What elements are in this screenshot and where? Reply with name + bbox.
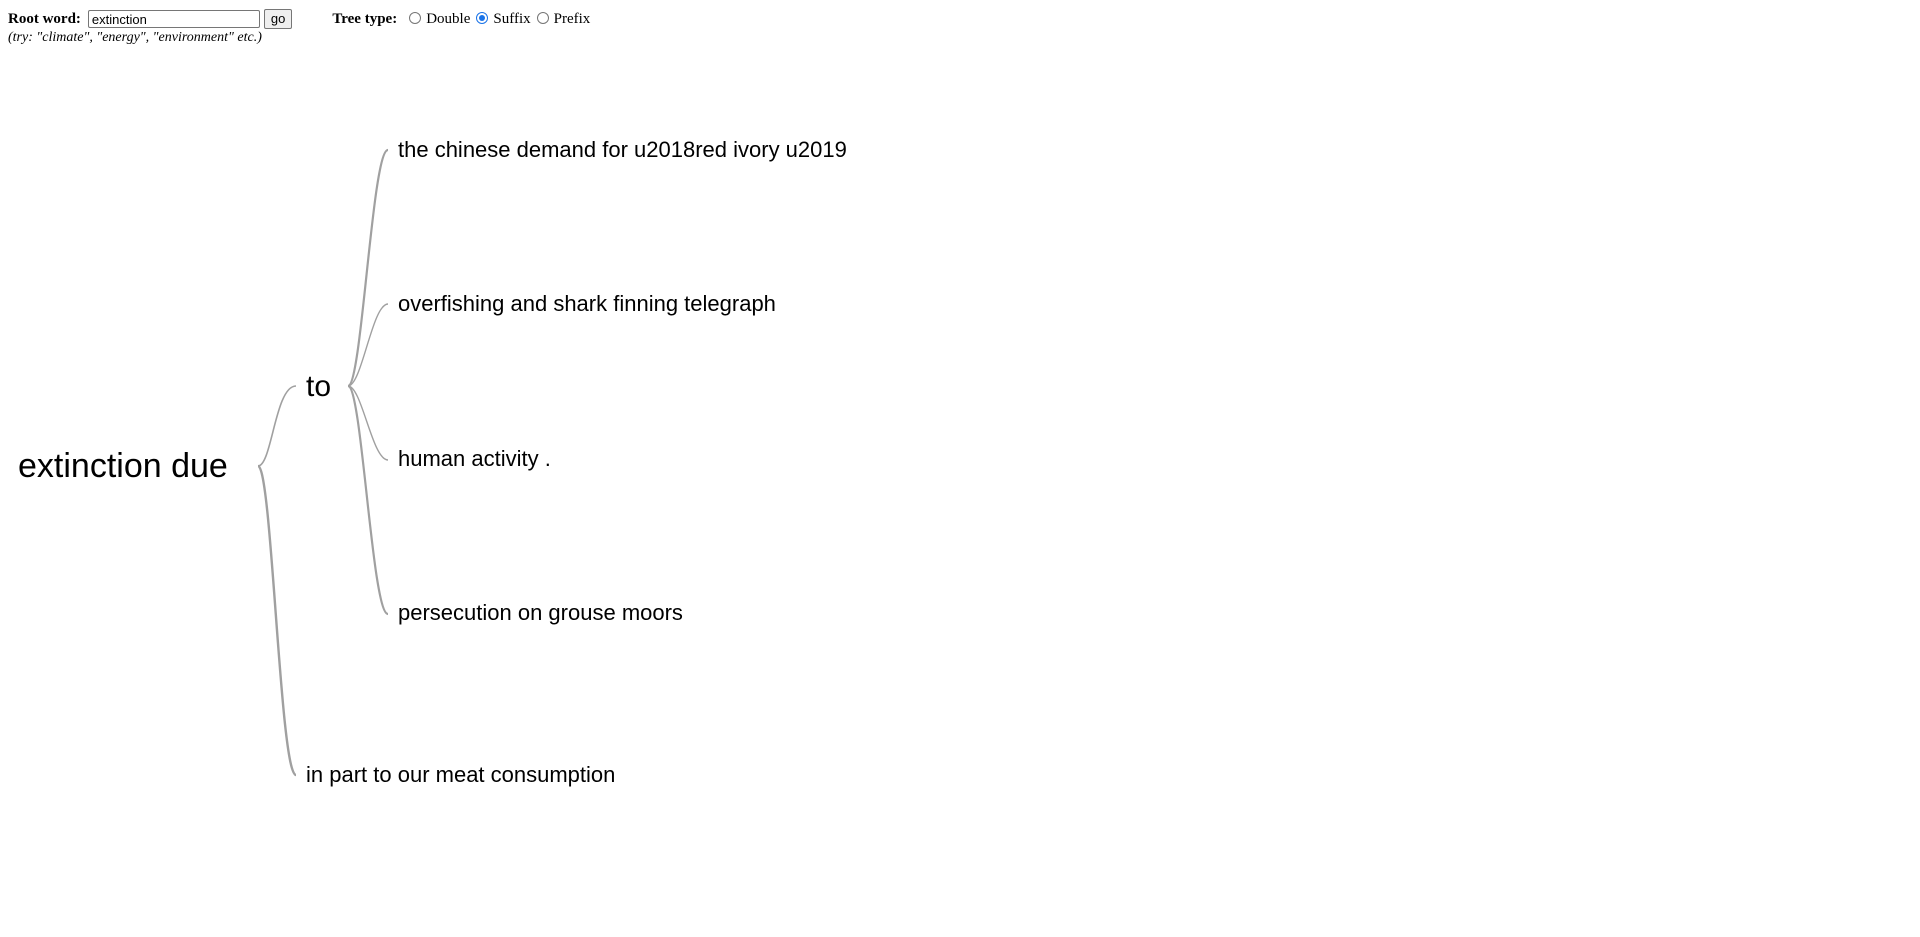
edge-to-ivory [346,148,390,388]
edge-to-persecution [346,384,390,616]
tree-node-to[interactable]: to [306,370,331,403]
word-tree: extinction due to in part to our meat co… [18,137,847,787]
tree-node-persecution[interactable]: persecution on grouse moors [398,600,683,625]
tree-node-ivory[interactable]: the chinese demand for u2018red ivory u2… [398,137,847,162]
tree-node-human-activity[interactable]: human activity . [398,446,551,471]
tree-node-meat-consumption[interactable]: in part to our meat consumption [306,762,615,787]
tree-root-node[interactable]: extinction due [18,447,228,485]
edge-root-meat [256,464,298,777]
tree-node-overfishing[interactable]: overfishing and shark finning telegraph [398,291,776,316]
edge-root-to [257,385,297,467]
